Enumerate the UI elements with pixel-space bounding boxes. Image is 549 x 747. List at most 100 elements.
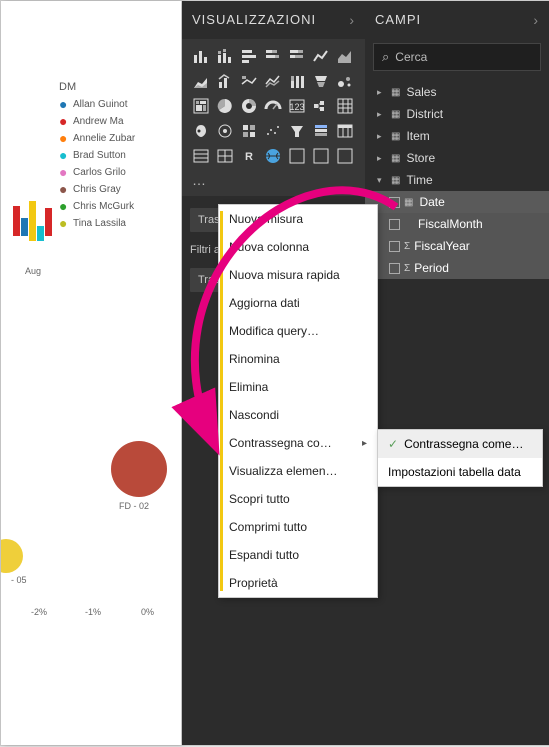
viz-type-icon[interactable] xyxy=(238,70,260,92)
visualization-more-icon[interactable]: … xyxy=(182,169,365,196)
viz-type-icon[interactable] xyxy=(262,95,284,117)
table-item[interactable]: ▸▦Item xyxy=(365,125,549,147)
table-icon: ▦ xyxy=(391,87,400,98)
context-menu-item[interactable]: Aggiorna dati xyxy=(219,289,377,317)
context-menu-item[interactable]: Scopri tutto xyxy=(219,485,377,513)
viz-type-icon[interactable] xyxy=(262,120,284,142)
viz-type-icon[interactable] xyxy=(334,120,356,142)
chevron-right-icon: ▸ xyxy=(377,87,387,98)
viz-type-icon[interactable] xyxy=(190,120,212,142)
context-menu-item[interactable]: Nuova colonna xyxy=(219,233,377,261)
viz-type-icon[interactable] xyxy=(214,70,236,92)
table-store[interactable]: ▸▦Store xyxy=(365,147,549,169)
viz-type-icon[interactable] xyxy=(310,70,332,92)
viz-type-icon[interactable] xyxy=(286,45,308,67)
legend-bullet-icon: ● xyxy=(59,96,69,113)
table-sales[interactable]: ▸▦Sales xyxy=(365,81,549,103)
viz-type-icon[interactable] xyxy=(286,120,308,142)
legend-item[interactable]: ●Andrew Ma xyxy=(59,113,135,130)
viz-type-icon[interactable] xyxy=(190,70,212,92)
viz-type-icon[interactable] xyxy=(190,45,212,67)
viz-type-icon[interactable] xyxy=(214,145,236,167)
context-menu-item-label: Modifica query… xyxy=(229,324,319,338)
context-menu-item[interactable]: Espandi tutto xyxy=(219,541,377,569)
viz-type-icon[interactable] xyxy=(214,120,236,142)
legend-bullet-icon: ● xyxy=(59,164,69,181)
viz-type-icon[interactable] xyxy=(310,95,332,117)
context-menu-item[interactable]: Comprimi tutto xyxy=(219,513,377,541)
legend-bullet-icon: ● xyxy=(59,147,69,164)
chevron-right-icon[interactable]: › xyxy=(349,1,355,39)
viz-type-icon[interactable] xyxy=(238,95,260,117)
viz-type-icon[interactable] xyxy=(310,145,332,167)
chevron-down-icon: ▾ xyxy=(377,175,387,186)
visualization-gallery: 123 R xyxy=(182,39,365,169)
search-placeholder: Cerca xyxy=(395,50,427,64)
checkbox[interactable] xyxy=(389,197,400,208)
viz-type-icon[interactable] xyxy=(190,145,212,167)
context-menu-item[interactable]: Nascondi xyxy=(219,401,377,429)
table-time[interactable]: ▾▦Time xyxy=(365,169,549,191)
bubble-chart: FD - 02 - 05 -2% -1% 0% xyxy=(1,371,181,631)
context-menu-item[interactable]: Rinomina xyxy=(219,345,377,373)
visualizations-header[interactable]: VISUALIZZAZIONI › xyxy=(182,1,365,39)
context-menu-item[interactable]: Modifica query… xyxy=(219,317,377,345)
legend-item[interactable]: ●Carlos Grilo xyxy=(59,164,135,181)
viz-type-icon[interactable] xyxy=(286,70,308,92)
viz-type-icon[interactable] xyxy=(238,120,260,142)
submenu-mark-as[interactable]: ✓Contrassegna come… xyxy=(378,430,542,458)
viz-type-icon[interactable] xyxy=(262,70,284,92)
check-icon: ✓ xyxy=(388,437,398,451)
bubble-fd05 xyxy=(1,539,23,573)
viz-type-icon[interactable] xyxy=(214,95,236,117)
axis-tick-neg2: -2% xyxy=(31,607,47,617)
viz-type-icon[interactable] xyxy=(262,145,284,167)
context-menu-item-label: Nuova misura rapida xyxy=(229,268,340,282)
fields-title: CAMPI xyxy=(375,1,421,39)
submenu-date-table-settings[interactable]: Impostazioni tabella data xyxy=(378,458,542,486)
report-canvas[interactable]: DM ●Allan Guinot●Andrew Ma●Annelie Zubar… xyxy=(1,1,181,745)
context-menu-item[interactable]: Contrassegna co…▸ xyxy=(219,429,377,457)
viz-type-icon[interactable] xyxy=(334,95,356,117)
viz-type-icon[interactable] xyxy=(334,70,356,92)
chevron-right-icon: ▸ xyxy=(362,438,367,449)
checkbox[interactable] xyxy=(389,219,400,230)
context-menu-item[interactable]: Visualizza elemen… xyxy=(219,457,377,485)
visualizations-title: VISUALIZZAZIONI xyxy=(192,1,316,39)
field-fiscalyear[interactable]: ΣFiscalYear xyxy=(365,235,549,257)
field-date[interactable]: ▦Date xyxy=(365,191,549,213)
context-menu-item[interactable]: Nuova misura xyxy=(219,205,377,233)
viz-type-icon[interactable] xyxy=(262,45,284,67)
viz-type-icon[interactable] xyxy=(334,145,356,167)
context-menu-item[interactable]: Elimina xyxy=(219,373,377,401)
checkbox[interactable] xyxy=(389,241,400,252)
viz-type-icon[interactable] xyxy=(238,45,260,67)
viz-type-icon[interactable]: R xyxy=(238,145,260,167)
menu-accent xyxy=(220,211,223,591)
context-menu-item-label: Scopri tutto xyxy=(229,492,290,506)
viz-type-icon[interactable] xyxy=(214,45,236,67)
viz-type-icon[interactable] xyxy=(286,145,308,167)
legend-item[interactable]: ●Annelie Zubar xyxy=(59,130,135,147)
field-period[interactable]: ΣPeriod xyxy=(365,257,549,279)
context-menu-item-label: Nuova colonna xyxy=(229,240,309,254)
fields-header[interactable]: CAMPI › xyxy=(365,1,549,39)
legend-bullet-icon: ● xyxy=(59,130,69,147)
context-menu-item[interactable]: Nuova misura rapida xyxy=(219,261,377,289)
viz-type-icon[interactable] xyxy=(190,95,212,117)
checkbox[interactable] xyxy=(389,263,400,274)
search-input[interactable]: ⌕ Cerca xyxy=(373,43,541,71)
svg-text:R: R xyxy=(245,151,253,163)
viz-type-icon[interactable] xyxy=(310,45,332,67)
viz-type-icon[interactable] xyxy=(310,120,332,142)
legend-item-label: Andrew Ma xyxy=(73,113,124,130)
table-district[interactable]: ▸▦District xyxy=(365,103,549,125)
viz-type-icon[interactable]: 123 xyxy=(286,95,308,117)
viz-type-icon[interactable] xyxy=(334,45,356,67)
context-menu-item[interactable]: Proprietà xyxy=(219,569,377,597)
chevron-right-icon[interactable]: › xyxy=(533,1,539,39)
context-menu-item-label: Aggiorna dati xyxy=(229,296,300,310)
legend-item[interactable]: ●Allan Guinot xyxy=(59,96,135,113)
field-fiscalmonth[interactable]: FiscalMonth xyxy=(365,213,549,235)
legend-item[interactable]: ●Brad Sutton xyxy=(59,147,135,164)
